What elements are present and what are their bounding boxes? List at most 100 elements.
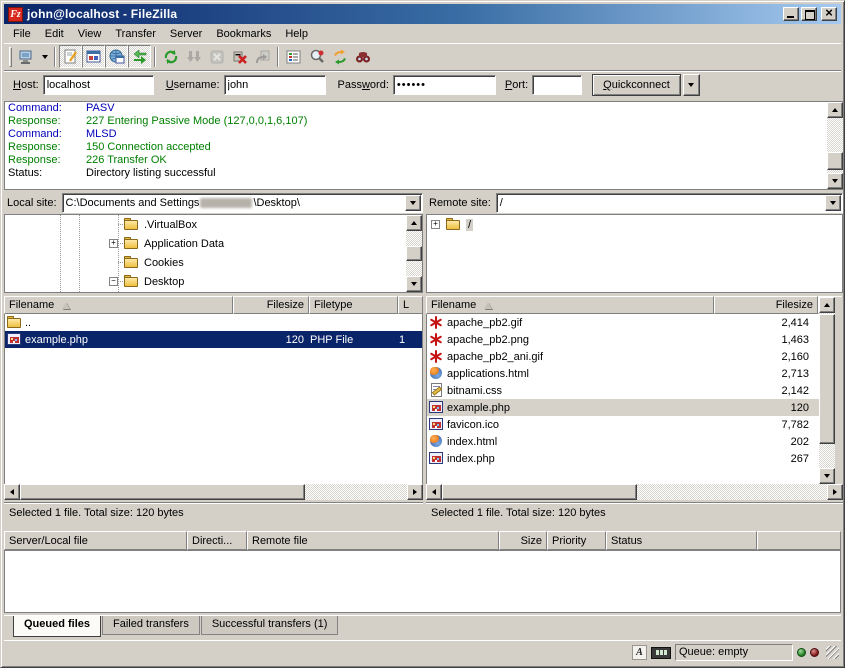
file-icon (428, 366, 445, 381)
site-manager-dropdown[interactable] (38, 45, 51, 68)
file-row[interactable]: bitnami.css 2,142 (427, 382, 819, 399)
remote-path-dropdown[interactable] (825, 195, 841, 211)
column-filesize[interactable]: Filesize (714, 296, 818, 314)
minimize-button[interactable] (783, 7, 799, 21)
password-input[interactable] (393, 75, 496, 95)
toggle-remote-tree-button[interactable] (105, 45, 128, 68)
scroll-down-button[interactable] (827, 173, 843, 189)
scroll-thumb[interactable] (20, 484, 305, 500)
tree-expander[interactable]: + (431, 220, 440, 229)
log-line: Response: 227 Entering Passive Mode (127… (5, 115, 842, 128)
toolbar-separator (154, 47, 156, 67)
column-priority[interactable]: Priority (547, 531, 606, 550)
scroll-thumb[interactable] (406, 246, 422, 261)
encryption-indicator-icon[interactable] (651, 647, 671, 659)
tree-item[interactable]: + / (427, 215, 842, 234)
tree-expander[interactable]: − (109, 277, 118, 286)
scroll-up-button[interactable] (819, 297, 835, 313)
file-row[interactable]: .. (5, 314, 422, 331)
tree-item[interactable]: − Desktop (5, 272, 422, 291)
column-server-local-file[interactable]: Server/Local file (4, 531, 187, 550)
menu-item[interactable]: View (71, 26, 109, 42)
username-input[interactable] (224, 75, 326, 95)
local-path-combo[interactable]: C:\Documents and Settings\Desktop\ (62, 193, 423, 213)
column-filesize[interactable]: Filesize (233, 296, 309, 314)
local-tree-scrollbar[interactable] (406, 215, 422, 292)
site-manager-button[interactable] (15, 45, 38, 68)
quickconnect-button[interactable]: Quickconnect (592, 74, 681, 96)
scroll-up-button[interactable] (406, 215, 422, 231)
process-queue-button[interactable] (182, 45, 205, 68)
menu-item[interactable]: Bookmarks (209, 26, 278, 42)
remote-list-scrollbar[interactable] (819, 297, 835, 484)
remote-file-list: apache_pb2.gif 2,414 apache_pb2.png 1,46… (426, 314, 819, 484)
find-files-button[interactable] (351, 45, 374, 68)
scroll-thumb[interactable] (819, 314, 835, 444)
toggle-local-tree-button[interactable] (82, 45, 105, 68)
toggle-message-log-button[interactable] (59, 45, 82, 68)
scroll-left-button[interactable] (426, 484, 442, 500)
remote-path-combo[interactable]: / (496, 193, 843, 213)
scroll-down-button[interactable] (406, 276, 422, 292)
reconnect-button[interactable] (251, 45, 274, 68)
username-label: Username: (166, 79, 220, 91)
file-row[interactable]: index.php 267 (427, 450, 819, 467)
directory-filters-button[interactable] (282, 45, 305, 68)
cancel-button[interactable] (205, 45, 228, 68)
tree-item[interactable]: Cookies (5, 253, 422, 272)
column-size[interactable]: Size (499, 531, 547, 550)
menu-item[interactable]: Edit (38, 26, 71, 42)
scroll-thumb[interactable] (442, 484, 637, 500)
menu-item[interactable]: Transfer (108, 26, 163, 42)
queue-tab[interactable]: Failed transfers (102, 616, 200, 635)
host-input[interactable] (43, 75, 154, 95)
log-scrollbar[interactable] (827, 102, 843, 189)
queue-tab[interactable]: Successful transfers (1) (201, 616, 339, 635)
tree-item[interactable]: + Application Data (5, 234, 422, 253)
scroll-right-button[interactable] (827, 484, 843, 500)
menu-item[interactable]: Server (163, 26, 209, 42)
port-input[interactable] (532, 75, 582, 95)
column-filename[interactable]: Filename (4, 296, 233, 314)
column-direction[interactable]: Directi... (187, 531, 247, 550)
close-button[interactable] (821, 7, 837, 21)
file-row[interactable]: index.html 202 (427, 433, 819, 450)
synchronized-browsing-button[interactable] (328, 45, 351, 68)
quickconnect-dropdown[interactable] (683, 74, 700, 96)
file-row[interactable]: apache_pb2.gif 2,414 (427, 314, 819, 331)
file-row[interactable]: favicon.ico 7,782 (427, 416, 819, 433)
file-row[interactable]: applications.html 2,713 (427, 365, 819, 382)
menu-item[interactable]: File (6, 26, 38, 42)
transfer-type-icon[interactable]: A (632, 645, 647, 660)
column-filetype[interactable]: Filetype (309, 296, 398, 314)
directory-comparison-button[interactable] (305, 45, 328, 68)
local-hscrollbar[interactable] (4, 484, 423, 500)
toolbar-grip[interactable] (9, 47, 12, 67)
file-name: apache_pb2.gif (447, 317, 522, 329)
scroll-right-button[interactable] (407, 484, 423, 500)
column-remote-file[interactable]: Remote file (247, 531, 499, 550)
scroll-left-button[interactable] (4, 484, 20, 500)
remote-hscrollbar[interactable] (426, 484, 843, 500)
file-row[interactable]: example.php 120 PHP File 1 (5, 331, 422, 348)
scroll-up-button[interactable] (827, 102, 843, 118)
resize-grip[interactable] (826, 646, 839, 659)
column-filename[interactable]: Filename (426, 296, 714, 314)
column-status[interactable]: Status (606, 531, 757, 550)
tree-item[interactable]: .VirtualBox (5, 215, 422, 234)
maximize-button[interactable] (801, 7, 817, 21)
menu-item[interactable]: Help (278, 26, 315, 42)
scroll-down-button[interactable] (819, 468, 835, 484)
column-last-modified[interactable]: L (398, 296, 423, 314)
file-row[interactable]: apache_pb2_ani.gif 2,160 (427, 348, 819, 365)
scroll-thumb[interactable] (827, 152, 843, 170)
local-path-dropdown[interactable] (405, 195, 421, 211)
file-name: example.php (447, 402, 510, 414)
tree-expander[interactable]: + (109, 239, 118, 248)
file-row[interactable]: apache_pb2.png 1,463 (427, 331, 819, 348)
disconnect-button[interactable] (228, 45, 251, 68)
file-row[interactable]: example.php 120 (427, 399, 819, 416)
toggle-transfer-queue-button[interactable] (128, 45, 151, 68)
refresh-button[interactable] (159, 45, 182, 68)
queue-tab[interactable]: Queued files (13, 616, 101, 637)
